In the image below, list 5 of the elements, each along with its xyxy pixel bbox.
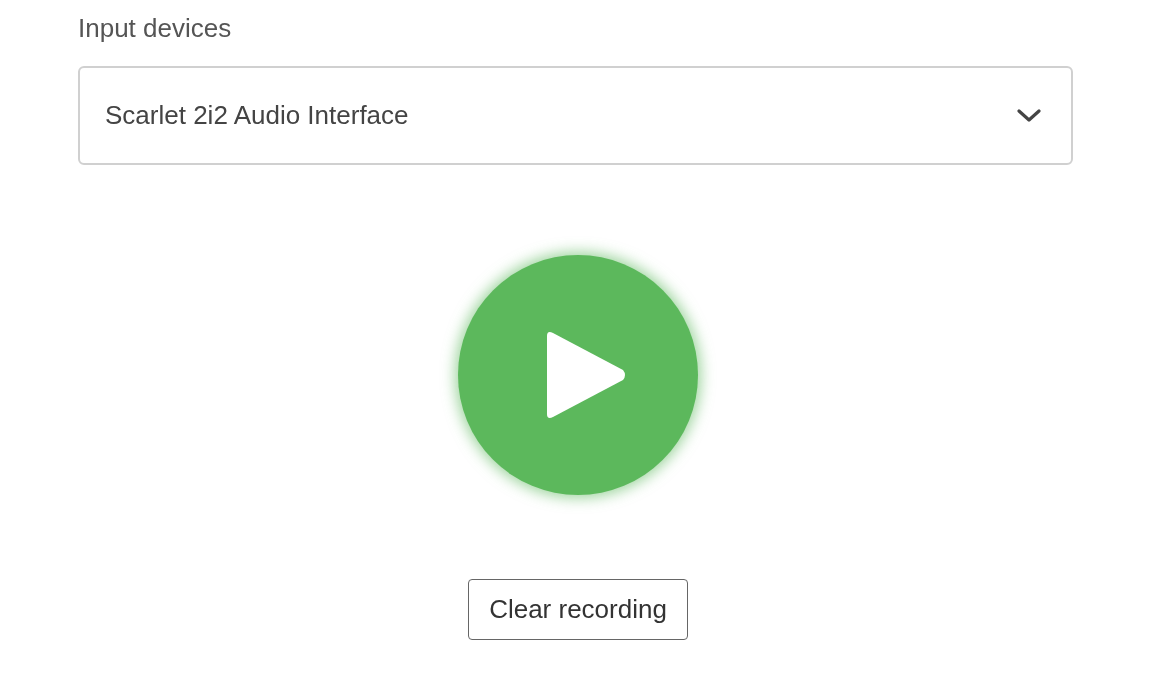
device-select[interactable]: Scarlet 2i2 Audio Interface <box>78 66 1073 165</box>
chevron-down-icon <box>1017 108 1041 123</box>
field-label: Input devices <box>78 12 232 44</box>
play-button[interactable] <box>458 255 698 495</box>
clear-recording-button[interactable]: Clear recording <box>468 579 688 640</box>
